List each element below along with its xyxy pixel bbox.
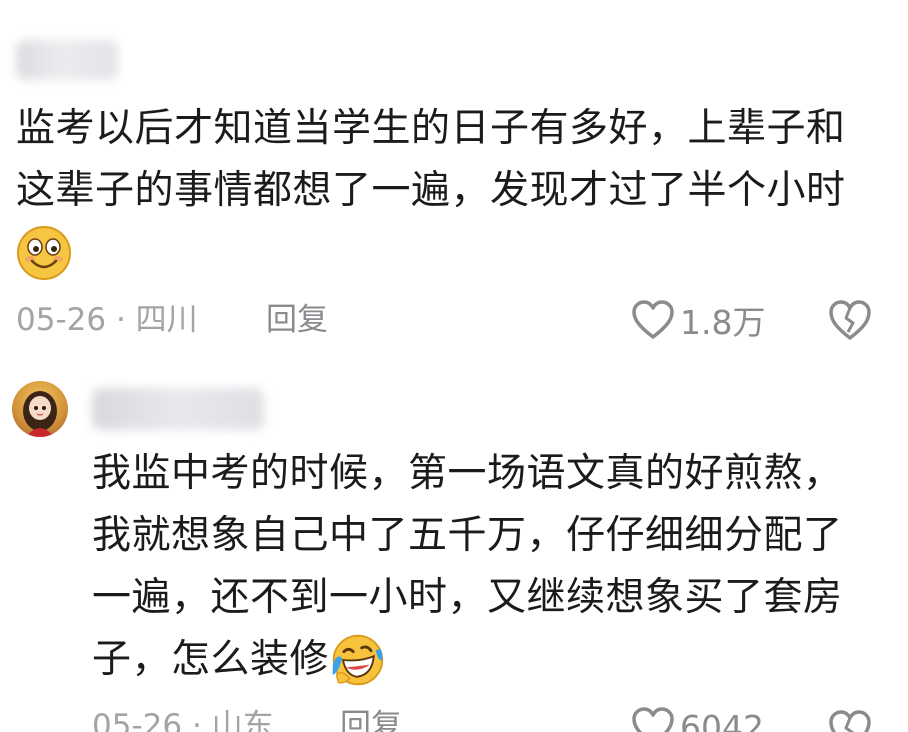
like-count: 1.8万 — [680, 303, 766, 342]
broken-heart-icon[interactable] — [826, 298, 874, 342]
comment-line: 子，怎么装修 — [92, 629, 892, 691]
username-blurred[interactable] — [92, 388, 264, 430]
comment-date: 05-26 — [92, 708, 183, 732]
reply-button[interactable]: 回复 — [340, 706, 402, 732]
comment-line — [16, 222, 900, 284]
reply-button[interactable]: 回复 — [266, 300, 328, 340]
comment-line: 监考以后才知道当学生的日子有多好，上辈子和 — [16, 106, 846, 151]
comment-line: 我监中考的时候，第一场语文真的好煎熬， — [92, 451, 843, 496]
comment-text: 监考以后才知道当学生的日子有多好，上辈子和 这辈子的事情都想了一遍，发现才过了半… — [16, 98, 900, 284]
like-count: 6042 — [680, 707, 764, 732]
meta-separator: · — [115, 302, 126, 338]
comment-location: 四川 — [135, 302, 198, 338]
comment-date: 05-26 — [16, 302, 107, 338]
username-blurred[interactable] — [16, 40, 118, 80]
comment-date-location: 05-26 · 山东 — [92, 706, 274, 732]
laugh-cry-emoji-icon — [332, 634, 384, 685]
avatar[interactable] — [12, 381, 68, 437]
heart-icon — [632, 707, 674, 732]
comment-line: 我就想象自己中了五千万，仔仔细细分配了 — [92, 513, 843, 558]
broken-heart-icon[interactable] — [826, 708, 874, 732]
comment-list: 监考以后才知道当学生的日子有多好，上辈子和 这辈子的事情都想了一遍，发现才过了半… — [0, 0, 908, 732]
like-button[interactable]: 1.8万 — [630, 296, 765, 344]
comment-text: 我监中考的时候，第一场语文真的好煎熬， 我就想象自己中了五千万，仔仔细细分配了 … — [92, 443, 892, 691]
comment-line-text: 子，怎么装修 — [92, 637, 330, 682]
meta-separator: · — [191, 708, 202, 732]
avatar-girl-icon — [23, 391, 57, 437]
smile-emoji-icon — [17, 225, 71, 280]
comment-date-location: 05-26 · 四川 — [16, 300, 198, 340]
heart-icon — [632, 300, 674, 339]
comment-meta-row: 05-26 · 山东 回复 6042 — [0, 706, 908, 732]
like-button[interactable]: 6042 — [630, 706, 764, 732]
comment-line: 这辈子的事情都想了一遍，发现才过了半个小时 — [16, 168, 846, 213]
comment-location: 山东 — [211, 708, 274, 732]
comment-line: 一遍，还不到一小时，又继续想象买了套房 — [92, 575, 843, 620]
